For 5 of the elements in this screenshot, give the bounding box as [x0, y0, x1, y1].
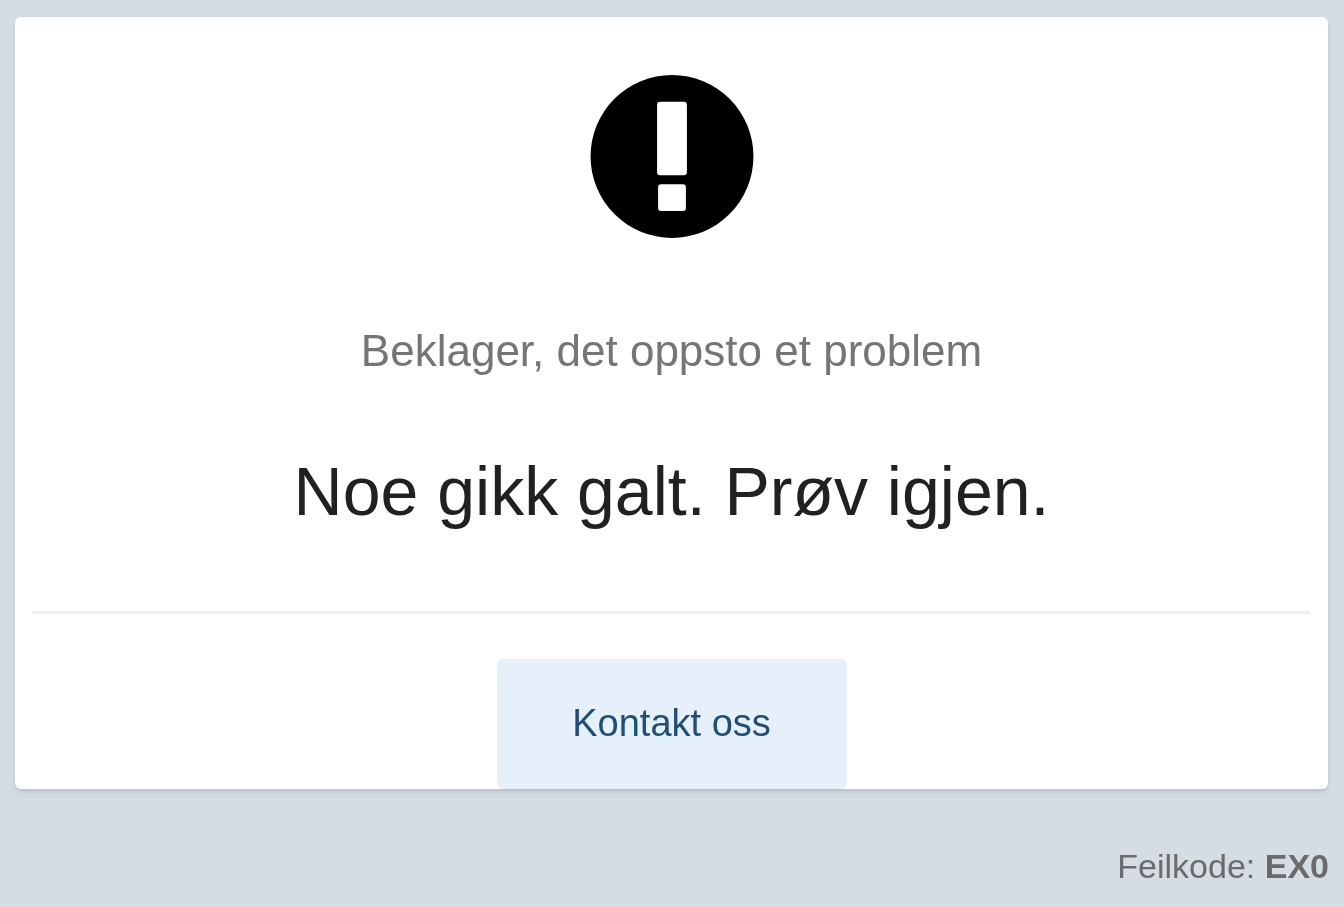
exclamation-icon: [588, 74, 755, 239]
error-heading: Noe gikk galt. Prøv igjen.: [293, 451, 1050, 531]
error-code: Feilkode: EX0: [1117, 846, 1329, 887]
contact-button[interactable]: Kontakt oss: [496, 658, 847, 789]
error-subtitle: Beklager, det oppsto et problem: [360, 324, 983, 377]
